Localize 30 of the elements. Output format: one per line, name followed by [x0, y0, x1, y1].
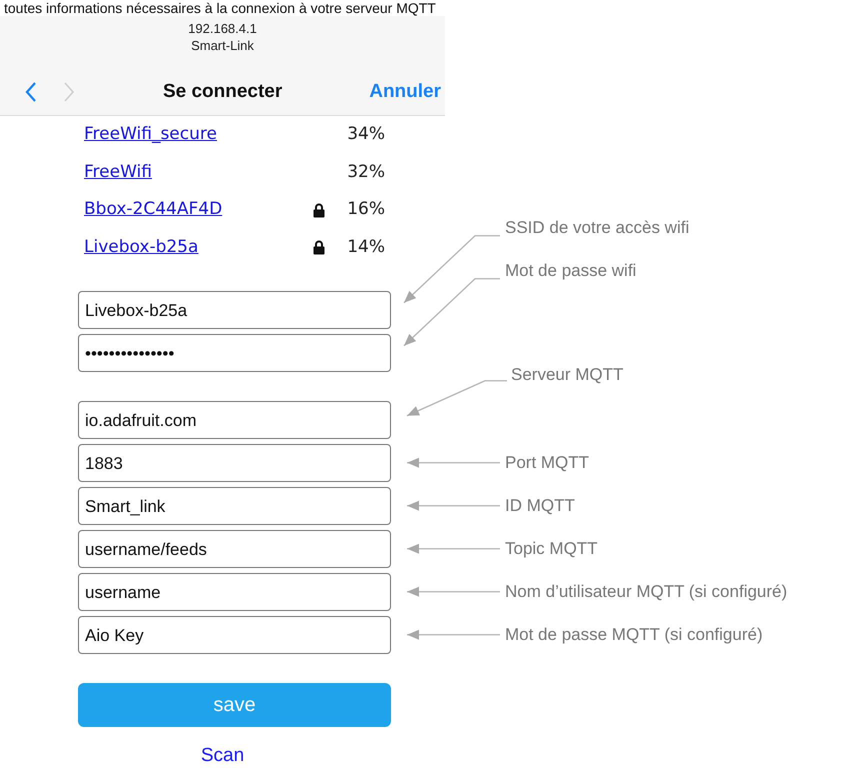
input-field[interactable]: Aio Key [78, 616, 391, 654]
scan-link[interactable]: Scan [200, 744, 244, 766]
input-field[interactable]: Smart_link [78, 486, 391, 525]
network-link[interactable]: Bbox-2C44AF4D [84, 197, 222, 223]
annotation-label: Mot de passe MQTT (si configuré) [505, 624, 763, 645]
signal-percent: 16% [346, 198, 385, 222]
input-field[interactable]: 1883 [78, 444, 391, 482]
input-field[interactable]: username/feeds [78, 530, 391, 568]
caption-text: toutes informations nécessaires à la connexion à votre serveur MQTT [3, 0, 437, 16]
url-text: 192.168.4.1 [187, 20, 258, 37]
input-field[interactable]: Livebox-b25a [78, 290, 391, 329]
input-field[interactable]: ••••••••••••••• [78, 334, 391, 372]
signal-percent: 34% [346, 123, 385, 146]
annotation-label: Nom d’utilisateur MQTT (si configuré) [505, 582, 788, 602]
annotation-label: ID MQTT [505, 496, 575, 516]
annotation-label: Topic MQTT [505, 538, 598, 559]
network-link[interactable]: Livebox-b25a [84, 235, 198, 261]
input-field[interactable]: io.adafruit.com [78, 400, 391, 439]
signal-percent: 32% [346, 160, 385, 184]
dialog-title: Se connecter [162, 80, 282, 102]
annotation-label: SSID de votre accès wifi [505, 218, 690, 238]
signal-percent: 14% [346, 236, 385, 260]
network-link[interactable]: FreeWifi [84, 160, 152, 186]
input-field[interactable]: username [78, 572, 391, 611]
page-title: Smart-Link [190, 37, 255, 54]
network-link[interactable]: FreeWifi_secure [84, 122, 217, 148]
back-icon[interactable] [24, 81, 38, 103]
annotation-label: Mot de passe wifi [505, 260, 636, 281]
annotation-label: Port MQTT [505, 452, 590, 473]
annotation-label: Serveur MQTT [511, 364, 624, 385]
